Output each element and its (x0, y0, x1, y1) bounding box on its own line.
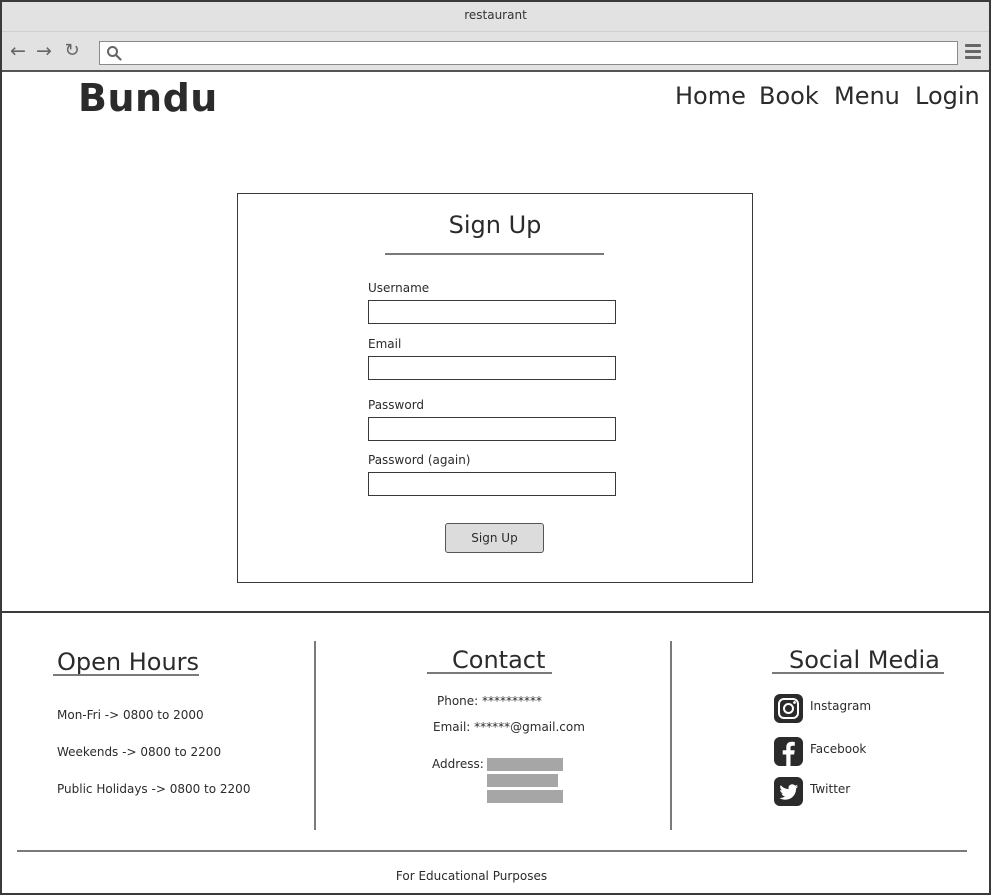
hours-weekdays: Mon-Fri -> 0800 to 2000 (57, 708, 204, 722)
nav-book[interactable]: Book (759, 82, 819, 110)
social-instagram-link[interactable]: Instagram (810, 699, 871, 713)
window-titlebar: restaurant (2, 2, 989, 32)
reload-icon[interactable]: ↻ (62, 41, 82, 61)
footer-divider (2, 611, 989, 613)
address-placeholder-line (487, 774, 558, 787)
back-arrow-icon[interactable]: ← (8, 41, 28, 61)
nav-menu[interactable]: Menu (834, 82, 900, 110)
social-twitter-link[interactable]: Twitter (810, 782, 850, 796)
title-divider (385, 253, 604, 255)
footer-note: For Educational Purposes (395, 869, 548, 883)
username-input[interactable] (368, 300, 616, 324)
twitter-icon[interactable] (774, 777, 803, 806)
email-input[interactable] (368, 356, 616, 380)
username-label: Username (368, 281, 430, 295)
social-media-underline (772, 672, 944, 674)
facebook-icon[interactable] (774, 737, 803, 766)
contact-address-label: Address: (432, 757, 484, 771)
site-logo[interactable]: Bundu (78, 76, 218, 120)
contact-underline (427, 672, 552, 674)
nav-home[interactable]: Home (675, 82, 746, 110)
social-facebook-link[interactable]: Facebook (810, 742, 866, 756)
address-placeholder-line (487, 790, 563, 803)
password-label: Password (368, 398, 425, 412)
hours-weekends: Weekends -> 0800 to 2200 (57, 745, 222, 759)
contact-title: Contact (452, 646, 546, 674)
footer-column-divider (314, 641, 316, 830)
address-placeholder-line (487, 758, 563, 771)
contact-email: Email: ******@gmail.com (433, 720, 585, 734)
address-bar[interactable] (99, 41, 958, 65)
hours-holidays: Public Holidays -> 0800 to 2200 (57, 782, 251, 796)
contact-phone: Phone: ********** (437, 694, 543, 708)
search-icon (107, 46, 122, 61)
social-media-title: Social Media (789, 646, 940, 674)
window-title: restaurant (464, 8, 527, 22)
nav-login[interactable]: Login (915, 82, 980, 110)
email-label: Email (368, 337, 402, 351)
password-input[interactable] (368, 417, 616, 441)
open-hours-title: Open Hours (57, 648, 200, 676)
instagram-icon[interactable] (774, 694, 803, 723)
footer-bottom-divider (17, 850, 967, 852)
forward-arrow-icon[interactable]: → (34, 41, 54, 61)
password-again-label: Password (again) (368, 453, 471, 467)
open-hours-underline (53, 674, 199, 676)
browser-toolbar: ← → ↻ (2, 32, 989, 72)
browser-menu-icon[interactable] (965, 44, 981, 60)
password-again-input[interactable] (368, 472, 616, 496)
signup-button[interactable]: Sign Up (445, 523, 544, 553)
footer-column-divider (670, 641, 672, 830)
signup-title: Sign Up (448, 211, 542, 239)
